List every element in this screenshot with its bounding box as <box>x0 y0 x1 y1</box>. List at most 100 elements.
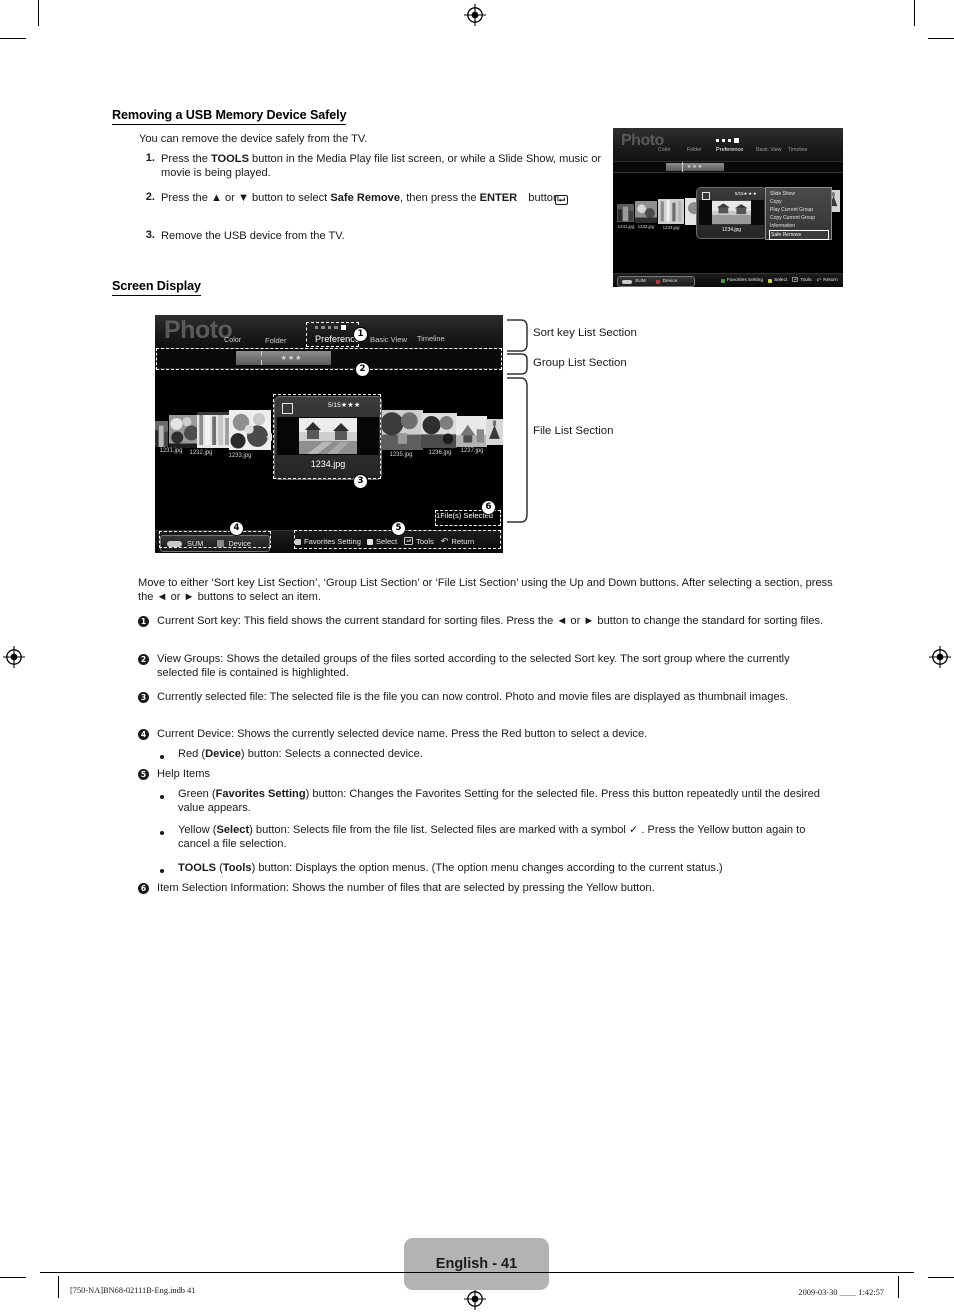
list-item-label: 1231.jpg <box>159 448 183 454</box>
sortkey-dots <box>315 325 346 331</box>
help-label-select[interactable]: Select <box>774 278 787 283</box>
help-label-tools[interactable]: Tools <box>800 278 811 283</box>
sortkey-folder[interactable]: Folder <box>265 336 287 345</box>
sortkey-timeline[interactable]: Timeline <box>417 334 445 343</box>
sub-bullet-dot-green <box>160 795 164 799</box>
selected-file-card[interactable]: 5/15★★★ 1234.jpg <box>274 396 382 480</box>
list-item[interactable] <box>169 415 199 448</box>
usb-step-2-text: Press the ▲ or ▼ button to select Safe R… <box>161 191 611 205</box>
list-item-label: 1235.jpg <box>389 452 413 458</box>
usb-step-1-number: 1. <box>145 152 155 164</box>
usb-step-3-number: 3. <box>145 229 155 241</box>
list-item[interactable] <box>421 413 457 448</box>
list-item[interactable] <box>379 410 423 450</box>
dot-5-active <box>340 325 346 331</box>
dot-3 <box>327 325 332 330</box>
help-label-favorites[interactable]: Favorites Setting <box>727 278 763 283</box>
heading-removing-usb: Removing a USB Memory Device Safely <box>112 108 347 125</box>
selected-file-count: 5/15★★★ <box>328 402 361 409</box>
tv-small-sortkey-preference[interactable]: Preference <box>716 147 743 153</box>
list-item[interactable] <box>486 419 503 445</box>
tools-menu-popup[interactable]: Slide Show Copy Play Current Group Copy … <box>765 187 832 240</box>
callout-number-2: 2 <box>355 362 370 377</box>
callout-number-3: 3 <box>353 474 368 489</box>
list-bullet-6: 6 <box>138 883 149 894</box>
help-label-select[interactable]: Select <box>376 537 397 546</box>
menu-item-information[interactable]: Information <box>770 223 795 229</box>
callout-number-5: 5 <box>391 521 406 536</box>
crop-mark-top-right-h <box>928 38 954 40</box>
tv-small-help-items: Favorites Setting Select Tools ↶ Return <box>721 277 838 284</box>
help-label-return[interactable]: Return <box>451 537 474 546</box>
tv-screenshot-tools-menu: Photo Color Folder Preference Basic View… <box>613 128 843 287</box>
list-bullet-1: 1 <box>138 616 149 627</box>
sortkey-basic-view[interactable]: Basic View <box>370 335 407 344</box>
list-bullet-2: 2 <box>138 654 149 665</box>
group-handle-bottom <box>261 360 263 365</box>
sub-bullet-yellow-select: Yellow (Select) button: Selects file fro… <box>178 824 806 851</box>
list-item[interactable] <box>155 421 168 447</box>
list-item[interactable] <box>635 201 657 223</box>
enter-key-icon <box>554 192 569 210</box>
menu-item-safe-remove[interactable]: Safe Remove <box>769 230 829 240</box>
tv-small-sortkey-color[interactable]: Color <box>658 147 670 153</box>
registration-mark-top <box>464 4 486 26</box>
selected-file-name: 1234.jpg <box>310 459 346 469</box>
source-icon <box>622 279 632 284</box>
tv-small-selected-card[interactable]: 5/15★★★ 1234.jpg <box>696 187 767 239</box>
page-number-badge: English - 41 <box>404 1238 549 1290</box>
screen-display-intro: Move to either ‘Sort key List Section’, … <box>138 577 833 604</box>
manual-page: Removing a USB Memory Device Safely You … <box>0 0 954 1315</box>
bracket-label-sort-key: Sort key List Section <box>533 327 637 339</box>
list-item[interactable] <box>658 199 684 224</box>
help-label-favorites-setting[interactable]: Favorites Setting <box>304 537 361 546</box>
callout-number-4: 4 <box>229 521 244 536</box>
tv-small-footer: SUM Device Favorites Setting Select Tool… <box>613 273 843 287</box>
heading-screen-display: Screen Display <box>112 279 201 296</box>
menu-item-slide-show[interactable]: Slide Show <box>770 191 795 197</box>
tv-small-device-bar[interactable]: SUM Device <box>617 276 695 287</box>
tv-title: Photo <box>164 316 233 344</box>
menu-item-play-current-group[interactable]: Play Current Group <box>770 207 813 213</box>
sub-bullet-red-device: Red (Device) button: Selects a connected… <box>178 748 423 760</box>
list-item-label: 1232.jpg <box>189 450 213 456</box>
yellow-key-icon <box>366 538 373 545</box>
crop-mark-top-right-v <box>914 0 916 26</box>
current-device-bar[interactable]: SUM Device <box>160 535 270 552</box>
tv-small-device-label: Device <box>662 279 678 284</box>
tv-small-group-handle <box>682 162 683 172</box>
footer-right-text: 2009-03-30 ＿＿ 1:42:57 <box>798 1288 884 1297</box>
usb-intro: You can remove the device safely from th… <box>139 133 368 145</box>
tv-small-group-selected[interactable]: ★★★ <box>666 163 724 171</box>
list-item[interactable] <box>617 204 634 222</box>
crop-mark-top-left-v <box>38 0 40 26</box>
group-selected[interactable]: ★★★ <box>236 351 331 365</box>
help-label-tools[interactable]: Tools <box>416 537 434 546</box>
green-key-icon <box>295 538 301 545</box>
sub-bullet-dot-yellow <box>160 831 164 835</box>
screen-display-item-2: View Groups: Shows the detailed groups o… <box>157 653 790 680</box>
list-item[interactable] <box>456 416 487 447</box>
help-label-return[interactable]: Return <box>823 278 837 283</box>
group-list-bar: ★★★ <box>155 348 503 369</box>
list-item-label: 1237.jpg <box>460 448 484 454</box>
tv-small-sortkey-basic-view[interactable]: Basic View <box>756 147 781 153</box>
menu-item-copy-current-group[interactable]: Copy Current Group <box>770 215 815 221</box>
tv-screen-diagram: Photo Color Folder Preference Basic View… <box>155 315 503 553</box>
tv-small-source-label: SUM <box>635 279 646 284</box>
checkbox[interactable] <box>282 403 293 414</box>
left-arrow-icon[interactable] <box>266 428 272 446</box>
callout-number-6: 6 <box>481 500 496 515</box>
checkbox[interactable] <box>702 192 710 200</box>
list-item[interactable] <box>229 410 271 450</box>
list-item-label: 1233.jpg <box>228 453 252 459</box>
menu-item-copy[interactable]: Copy <box>770 199 782 205</box>
usb-step-3-text: Remove the USB device from the TV. <box>161 230 345 242</box>
sortkey-color[interactable]: Color <box>224 335 241 344</box>
tv-small-sortkey-folder[interactable]: Folder <box>687 147 702 153</box>
list-item-label: 1236.jpg <box>428 450 452 456</box>
tv-small-sortkey-timeline[interactable]: Timeline <box>788 147 807 153</box>
group-stars: ★★★ <box>280 355 303 362</box>
list-item[interactable] <box>197 412 232 448</box>
tv-small-group-bar: ★★★ <box>613 161 843 173</box>
